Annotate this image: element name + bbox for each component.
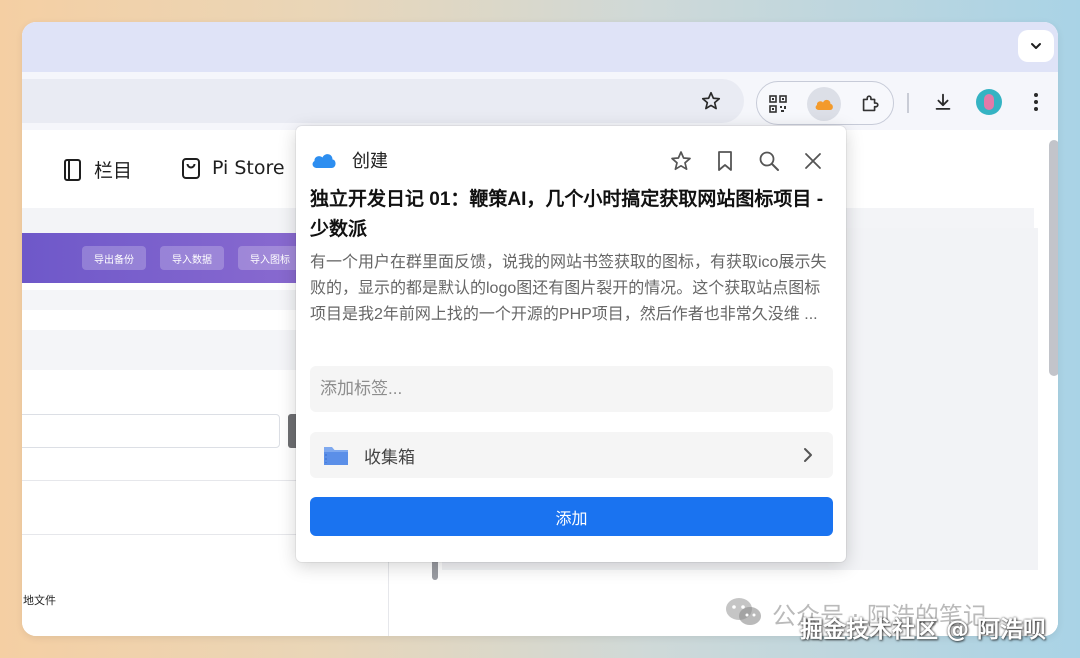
avatar <box>976 89 1002 115</box>
bookmark-popup: 创建 独立开发日记 01：鞭策AI，几个小时搞定获取网站图标项目 - 少数派 有… <box>296 126 846 562</box>
more-vertical-icon <box>1034 93 1038 111</box>
puzzle-icon <box>862 95 879 112</box>
popup-header-actions <box>668 148 826 174</box>
wechat-icon <box>726 598 761 625</box>
divider <box>22 534 312 535</box>
page-scrollbar-thumb[interactable] <box>1049 140 1058 376</box>
page-input[interactable] <box>22 414 280 448</box>
action-bar: 导出备份 导入数据 导入图标 <box>22 233 322 283</box>
qr-code-extension-button[interactable] <box>761 87 795 121</box>
import-data-button[interactable]: 导入数据 <box>160 246 224 270</box>
chevron-down-icon <box>1031 43 1041 49</box>
popup-header-title: 创建 <box>352 151 388 171</box>
nav-item-pi-store[interactable]: Pi Store <box>180 156 285 180</box>
folder-icon <box>324 447 348 465</box>
browser-toolbar <box>22 72 1058 130</box>
close-button[interactable] <box>800 148 826 174</box>
bookmark-icon <box>718 151 732 171</box>
chevron-right-icon <box>804 448 812 462</box>
cloud-bookmark-extension-button[interactable] <box>807 87 841 121</box>
folder-label: 收集箱 <box>364 447 415 467</box>
star-icon <box>701 91 721 110</box>
search-icon <box>759 151 779 171</box>
tab-strip <box>22 22 1058 72</box>
folder-selector[interactable]: 收集箱 <box>310 432 833 478</box>
tab-search-button[interactable] <box>1018 30 1054 62</box>
nav-item-columns[interactable]: 栏目 <box>62 156 132 183</box>
bookmark-description[interactable]: 有一个用户在群里面反馈，说我的网站书签获取的图标，有获取ico展示失败的，显示的… <box>310 250 836 328</box>
close-icon <box>805 153 821 169</box>
export-backup-button[interactable]: 导出备份 <box>82 246 146 270</box>
extensions-menu-button[interactable] <box>853 87 887 121</box>
favorite-button[interactable] <box>668 148 694 174</box>
downloads-button[interactable] <box>926 85 960 119</box>
download-icon <box>935 93 951 110</box>
local-file-label: 地文件 <box>23 594 56 607</box>
tag-input[interactable] <box>310 366 833 412</box>
add-button[interactable]: 添加 <box>310 497 833 536</box>
search-button[interactable] <box>756 148 782 174</box>
nav-item-label: 栏目 <box>94 160 133 182</box>
bookmark-star-button[interactable] <box>698 88 724 114</box>
book-icon <box>64 158 81 181</box>
orange-cloud-icon <box>815 99 833 110</box>
nav-item-label: Pi Store <box>212 157 285 179</box>
profile-button[interactable] <box>972 85 1006 119</box>
blue-cloud-icon <box>312 154 336 168</box>
qr-code-icon <box>769 95 787 113</box>
address-bar[interactable] <box>22 79 744 123</box>
divider <box>22 480 312 481</box>
extensions-group <box>756 81 894 125</box>
watermark-juejin-text: 掘金技术社区 @ 阿浩呗 <box>800 617 1047 643</box>
toolbar-divider <box>907 93 909 113</box>
star-icon <box>671 151 691 171</box>
popup-header: 创建 <box>310 146 388 174</box>
bookmark-title[interactable]: 独立开发日记 01：鞭策AI，几个小时搞定获取网站图标项目 - 少数派 <box>310 185 834 245</box>
import-icons-button[interactable]: 导入图标 <box>238 246 302 270</box>
browser-menu-button[interactable] <box>1019 85 1053 119</box>
bookmark-button[interactable] <box>712 148 738 174</box>
bag-icon <box>182 158 200 179</box>
